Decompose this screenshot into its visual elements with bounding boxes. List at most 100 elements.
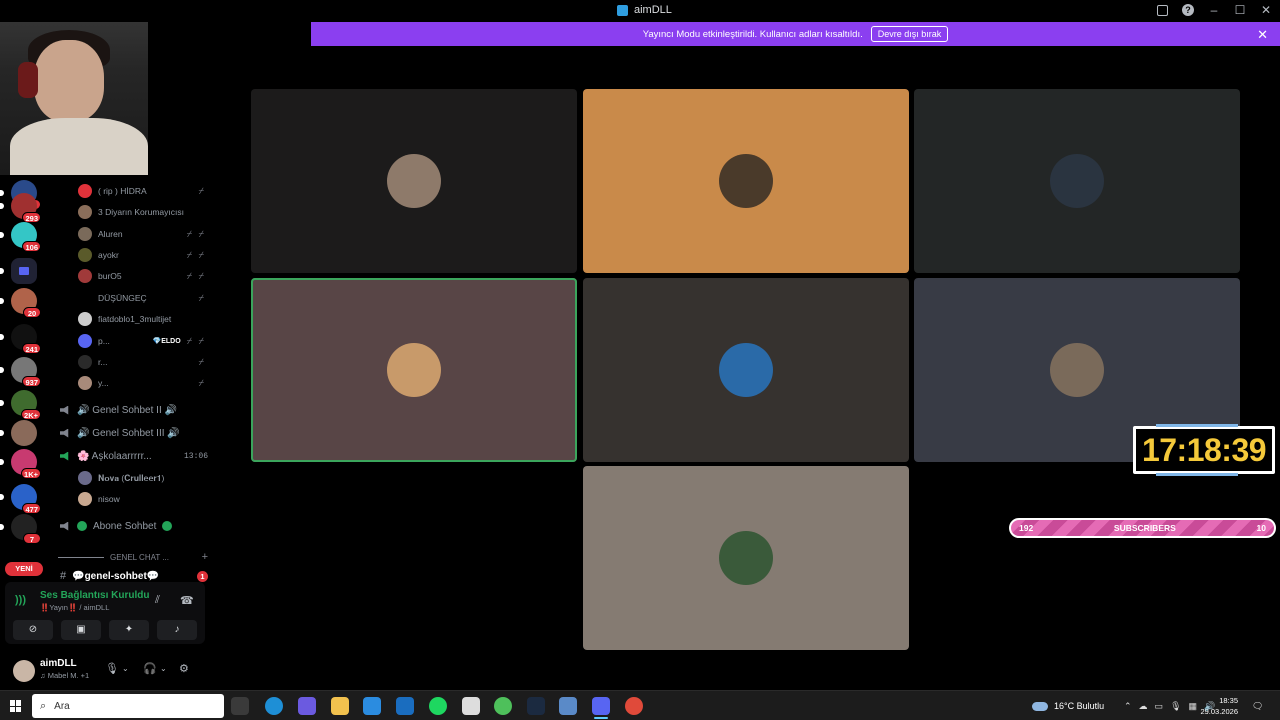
chevron-down-icon[interactable]: ⌄ [122, 664, 129, 673]
participant-tile[interactable] [251, 278, 577, 462]
server-icon[interactable]: 241 [0, 324, 41, 354]
participant-tile[interactable] [583, 89, 909, 273]
subs-label: SUBSCRIBERS [1113, 523, 1176, 533]
voice-member[interactable]: 3 Diyarın Korumayıcısı [78, 203, 206, 221]
banner-close-icon[interactable]: ✕ [1257, 27, 1268, 43]
microphone-icon[interactable]: 🎙 [105, 662, 119, 675]
server-icon[interactable]: 477 [0, 484, 41, 514]
user-panel: aimDLL ♫ Mabel M. +1 🎙 ⌄ 🎧 ⌄ ⚙ [5, 650, 205, 688]
voice-status-subtitle[interactable]: ‼️Yayın‼️ / aimDLL [40, 603, 109, 612]
voice-member[interactable]: nisow [78, 490, 206, 508]
inbox-icon[interactable] [1157, 4, 1168, 16]
new-badge[interactable]: YENİ [5, 562, 43, 576]
headphones-icon[interactable]: 🎧 [143, 662, 157, 675]
server-icon[interactable]: 106 [0, 222, 41, 252]
participant-tile[interactable] [583, 466, 909, 650]
subscribers-goal-overlay: 192 SUBSCRIBERS 10 [1009, 518, 1276, 538]
voice-member[interactable]: burO5 ⌿ ⌿ [78, 267, 206, 285]
voice-member[interactable]: 𝐍𝐨𝐯𝐚 (𝐂𝐫𝐮𝐥𝐥𝐞𝐞𝐫𝟏) [78, 469, 206, 487]
settings-gear-icon[interactable]: ⚙ [179, 662, 189, 675]
server-icon[interactable] [0, 258, 37, 284]
steam-icon[interactable] [527, 697, 545, 715]
soundboard-button[interactable]: ♪ [157, 620, 197, 640]
maximize-button[interactable]: ☐ [1234, 3, 1246, 17]
disconnect-icon[interactable]: ☎ [180, 594, 194, 607]
webcam-body [10, 118, 148, 175]
server-mention-badge: 20 [23, 307, 41, 318]
headphones [18, 62, 38, 98]
server-icon[interactable]: 293 [0, 193, 41, 223]
copilot-icon[interactable] [298, 697, 316, 715]
server-icon[interactable]: 20 [0, 288, 41, 318]
add-channel-icon[interactable]: + [202, 551, 208, 563]
voice-member[interactable]: fiatdoblo1_3multijet [78, 310, 206, 328]
webcam-overlay [0, 0, 148, 175]
participant-tile[interactable] [583, 278, 909, 462]
activities-button[interactable]: ✦ [109, 620, 149, 640]
voice-member[interactable]: DÜŞÜNGEÇ ⌿ [78, 289, 206, 307]
voice-channel-genel-3[interactable]: 🔊 Genel Sohbet III 🔊 [60, 423, 208, 443]
participant-avatar [387, 343, 441, 397]
voice-member[interactable]: ( rip ) HİDRA ⌿ [78, 182, 206, 200]
voice-member[interactable]: p... 💎ELDO ⌿ ⌿ [78, 332, 206, 350]
xbox-icon[interactable] [494, 697, 512, 715]
microphone-tray-icon[interactable]: 🎙 [1170, 701, 1181, 712]
store-icon[interactable] [363, 697, 381, 715]
minimize-button[interactable]: – [1208, 3, 1220, 17]
webcam-face [34, 40, 104, 122]
server-icon[interactable]: 2K+ [0, 390, 41, 420]
member-name: y... [98, 378, 109, 388]
explorer-icon[interactable] [331, 697, 349, 715]
taskbar-clock[interactable]: 18:35 29.03.2026 [1194, 695, 1238, 717]
server-icon[interactable]: 7 [0, 514, 41, 544]
app2-icon[interactable] [559, 697, 577, 715]
voice-member[interactable]: r... ⌿ [78, 353, 206, 371]
discord-icon[interactable] [592, 697, 610, 719]
spotify-icon[interactable] [429, 697, 447, 715]
voice-channel-genel-2[interactable]: 🔊 Genel Sohbet II 🔊 [60, 400, 208, 420]
server-icon[interactable]: 1K+ [0, 449, 41, 479]
participant-avatar [1050, 343, 1104, 397]
avatar [78, 227, 92, 241]
voice-connection-panel: ))) Ses Bağlantısı Kuruldu ‼️Yayın‼️ / a… [5, 582, 205, 644]
voice-channel-active[interactable]: 🌸 Aşkolaarrrrr... 13:06 [60, 446, 208, 466]
server-icon[interactable]: 937 [0, 357, 41, 387]
participant-avatar [719, 343, 773, 397]
chevron-up-icon[interactable]: ⌃ [1124, 701, 1132, 712]
mute-deafen-icon: ⌿ ⌿ [186, 228, 206, 239]
edge-icon[interactable] [265, 697, 283, 715]
screen-share-button[interactable]: ▣ [61, 620, 101, 640]
voice-channel-abone[interactable]: Abone Sohbet [60, 516, 208, 536]
member-name: Aluren [98, 229, 123, 239]
participant-tile[interactable] [251, 89, 577, 273]
battery-icon[interactable]: ▭ [1155, 701, 1164, 712]
mail-icon[interactable] [396, 697, 414, 715]
windows-start-icon[interactable] [10, 700, 22, 712]
mute-deafen-icon: ⌿ ⌿ [186, 270, 206, 281]
voice-member[interactable]: Aluren ⌿ ⌿ [78, 225, 206, 243]
voice-status-title[interactable]: Ses Bağlantısı Kuruldu [40, 590, 149, 601]
noise-suppression-icon[interactable]: ⫽ [155, 594, 160, 607]
participant-tile[interactable] [914, 89, 1240, 273]
camera-off-button[interactable]: ⊘ [13, 620, 53, 640]
help-icon[interactable]: ? [1182, 4, 1194, 16]
chrome-icon[interactable] [625, 697, 643, 715]
taskbar-search[interactable]: ⌕ Ara [32, 694, 224, 718]
server-mention-badge: 477 [22, 503, 41, 514]
task-view-icon[interactable] [231, 697, 249, 715]
close-window-button[interactable]: ✕ [1260, 3, 1272, 17]
onedrive-icon[interactable]: ☁ [1139, 701, 1148, 712]
category-header[interactable]: GENEL CHAT ... + [58, 551, 208, 563]
disable-streamer-mode-button[interactable]: Devre dışı bırak [870, 26, 949, 42]
chevron-down-icon[interactable]: ⌄ [160, 664, 167, 673]
app-icon[interactable] [462, 697, 480, 715]
voice-member[interactable]: ayokr ⌿ ⌿ [78, 246, 206, 264]
user-avatar[interactable] [13, 660, 35, 682]
voice-member[interactable]: y... ⌿ [78, 374, 206, 392]
weather-widget[interactable]: 16°C Bulutlu [1032, 691, 1104, 720]
divider [58, 556, 104, 558]
notification-icon[interactable]: 🗨 [1252, 691, 1263, 720]
member-name: fiatdoblo1_3multijet [98, 314, 172, 324]
server-icon[interactable] [0, 420, 37, 446]
user-name[interactable]: aimDLL [40, 658, 77, 669]
